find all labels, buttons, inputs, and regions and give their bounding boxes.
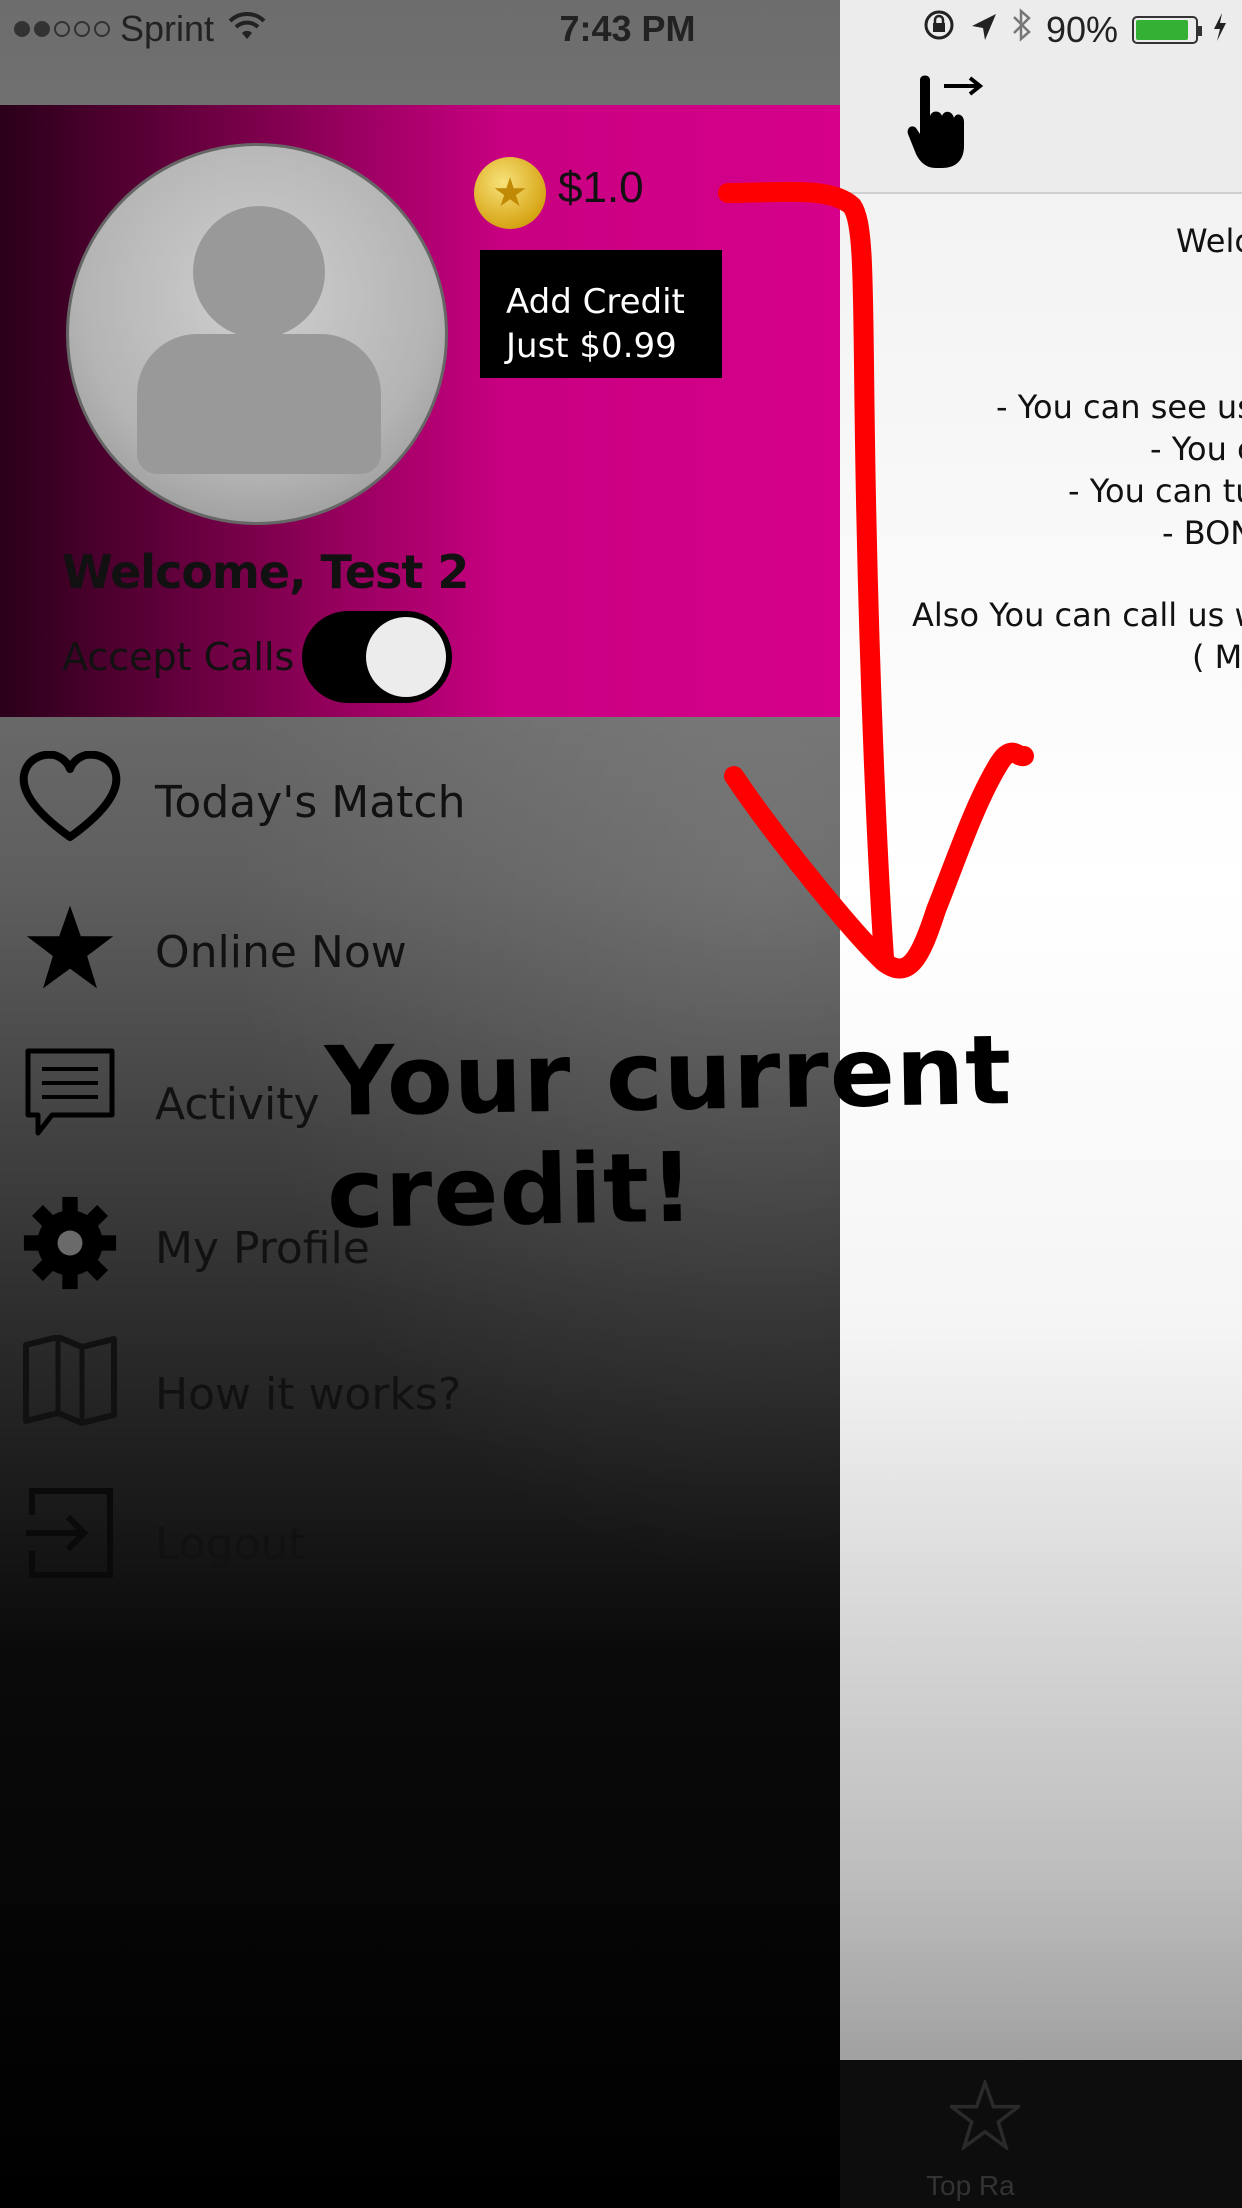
annotation-text: Your current credit!: [324, 1014, 1014, 1250]
